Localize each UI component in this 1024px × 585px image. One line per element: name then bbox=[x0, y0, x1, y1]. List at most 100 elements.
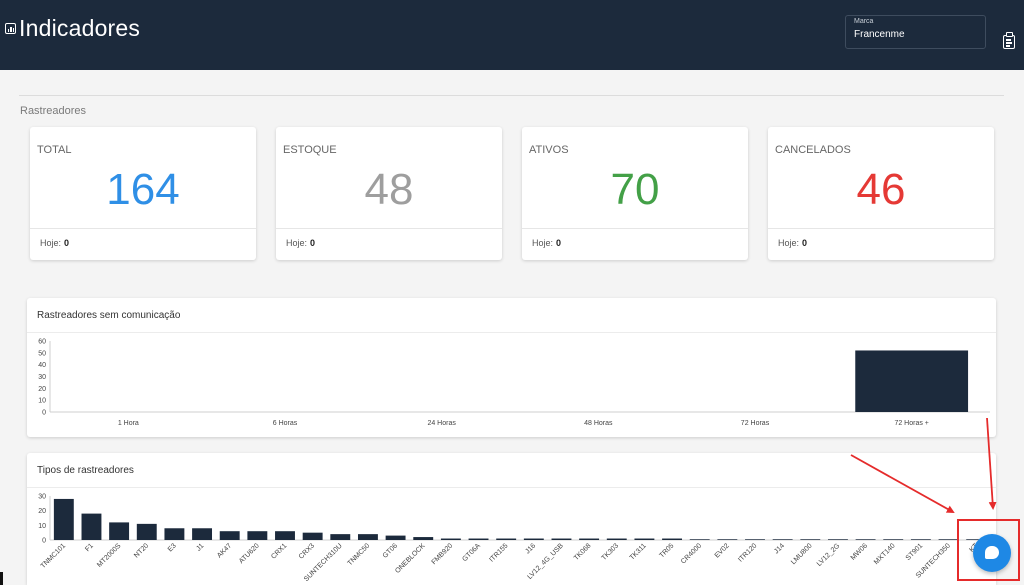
bar bbox=[81, 513, 102, 540]
stat-today-label: Hoje: bbox=[532, 238, 554, 248]
stat-separator bbox=[768, 228, 994, 229]
edge-marker bbox=[0, 572, 3, 585]
y-tick-label: 40 bbox=[38, 362, 46, 369]
stat-today-value: 0 bbox=[802, 238, 808, 248]
y-tick-label: 30 bbox=[38, 494, 46, 501]
stat-today-value: 0 bbox=[310, 238, 316, 248]
brand-select-label: Marca bbox=[854, 18, 874, 25]
bar bbox=[302, 532, 323, 540]
y-tick-label: 30 bbox=[38, 374, 46, 381]
bar bbox=[357, 534, 378, 540]
bar bbox=[440, 538, 461, 540]
stat-today-label: Hoje: bbox=[286, 238, 308, 248]
bar bbox=[496, 538, 517, 540]
y-tick-label: 0 bbox=[42, 538, 46, 545]
brand-select[interactable]: Marca Francenme bbox=[845, 15, 986, 49]
bar bbox=[662, 538, 683, 540]
x-tick-label: 1 Hora bbox=[118, 420, 139, 427]
x-tick-label: F1 bbox=[84, 542, 95, 553]
x-tick-label: 72 Horas + bbox=[894, 420, 928, 427]
stat-today: Hoje: 0 bbox=[40, 238, 69, 248]
bar bbox=[634, 538, 655, 540]
bar bbox=[689, 539, 710, 540]
section-divider bbox=[19, 95, 1004, 96]
x-tick-label: AK47 bbox=[216, 542, 233, 559]
chart-icon bbox=[5, 23, 16, 34]
clipboard-icon[interactable] bbox=[1003, 32, 1015, 49]
page-title: Indicadores bbox=[19, 15, 141, 41]
stat-label: CANCELADOS bbox=[775, 144, 851, 156]
x-tick-label: J14 bbox=[773, 542, 786, 555]
bar bbox=[109, 522, 130, 540]
brand-select-value: Francenme bbox=[854, 29, 905, 40]
x-tick-label: CRX3 bbox=[298, 542, 316, 560]
stat-separator bbox=[30, 228, 256, 229]
bar bbox=[745, 539, 765, 540]
x-tick-label: EV02 bbox=[714, 542, 731, 559]
bar bbox=[855, 539, 876, 540]
y-tick-label: 10 bbox=[38, 398, 46, 405]
section-title: Rastreadores bbox=[20, 105, 87, 117]
x-tick-label: TK068 bbox=[573, 542, 593, 562]
bar bbox=[164, 528, 185, 540]
y-tick-label: 50 bbox=[38, 350, 46, 357]
stat-today-label: Hoje: bbox=[778, 238, 800, 248]
stat-today-label: Hoje: bbox=[40, 238, 62, 248]
x-tick-label: MW06 bbox=[850, 542, 869, 561]
x-tick-label: NT20 bbox=[133, 542, 150, 559]
chart-card-tracker-types: Tipos de rastreadores 0 10 20 30 TNMC101 F1 MT… bbox=[27, 453, 996, 585]
bar bbox=[247, 531, 268, 540]
y-tick-label: 0 bbox=[42, 410, 46, 417]
x-tick-label: MXT140 bbox=[873, 542, 897, 566]
bar bbox=[192, 528, 213, 540]
stat-today: Hoje: 0 bbox=[532, 238, 561, 248]
x-tick-label: CR4000 bbox=[680, 542, 703, 565]
stat-value: 164 bbox=[106, 165, 180, 214]
x-tick-label: TK303 bbox=[601, 542, 621, 562]
top-app-bar: Indicadores Marca Francenme bbox=[0, 0, 1024, 70]
bar bbox=[136, 523, 157, 540]
y-tick-label: 60 bbox=[38, 339, 46, 346]
x-tick-label: LV12_2G bbox=[816, 542, 842, 568]
chart-title: Tipos de rastreadores bbox=[37, 465, 134, 476]
stat-today-value: 0 bbox=[556, 238, 562, 248]
bar bbox=[855, 350, 969, 412]
tracker-types-chart: 0 10 20 30 TNMC101 F1 MT2000S NT20 E3 J1 AK47 ATU62… bbox=[38, 494, 990, 583]
bar bbox=[219, 531, 240, 540]
bar bbox=[772, 539, 793, 540]
bar bbox=[468, 538, 489, 540]
chat-bubble-icon bbox=[985, 546, 999, 559]
stat-card-ativos: ATIVOS 70 Hoje: 0 bbox=[522, 127, 748, 260]
bar bbox=[579, 538, 600, 540]
x-tick-label: GT06A bbox=[461, 542, 482, 563]
x-tick-label: FMB920 bbox=[431, 542, 455, 566]
bar bbox=[523, 538, 544, 540]
chart-card-no-communication: Rastreadores sem comunicação 0 10 20 30 40 50… bbox=[27, 298, 996, 437]
bar bbox=[827, 539, 848, 540]
stat-separator bbox=[522, 228, 748, 229]
x-tick-label: TK311 bbox=[629, 542, 648, 561]
stat-card-total: TOTAL 164 Hoje: 0 bbox=[30, 127, 256, 260]
y-tick-label: 20 bbox=[38, 508, 46, 515]
bar bbox=[910, 539, 931, 540]
chat-button[interactable] bbox=[973, 534, 1011, 572]
bar bbox=[330, 534, 351, 540]
x-tick-label: CRX1 bbox=[270, 542, 288, 560]
bar bbox=[551, 538, 572, 540]
y-tick-label: 10 bbox=[38, 523, 46, 530]
bar bbox=[606, 538, 627, 540]
x-tick-label: LMU800 bbox=[790, 542, 814, 566]
x-tick-label: TR05 bbox=[658, 542, 675, 559]
x-tick-label: J1 bbox=[195, 542, 205, 552]
no-communication-chart: 0 10 20 30 40 50 60 1 Hora 6 Horas 24 Horas 48 Hor… bbox=[38, 339, 990, 427]
x-tick-label: J16 bbox=[524, 542, 537, 555]
x-tick-label: 24 Horas bbox=[427, 420, 456, 427]
stat-today: Hoje: 0 bbox=[286, 238, 315, 248]
stat-today-value: 0 bbox=[64, 238, 70, 248]
stat-value: 48 bbox=[364, 165, 414, 214]
stat-label: ESTOQUE bbox=[283, 144, 337, 156]
x-tick-label: TNMC101 bbox=[40, 542, 68, 570]
stat-card-estoque: ESTOQUE 48 Hoje: 0 bbox=[276, 127, 502, 260]
stat-separator bbox=[276, 228, 502, 229]
stat-value: 46 bbox=[856, 165, 906, 214]
